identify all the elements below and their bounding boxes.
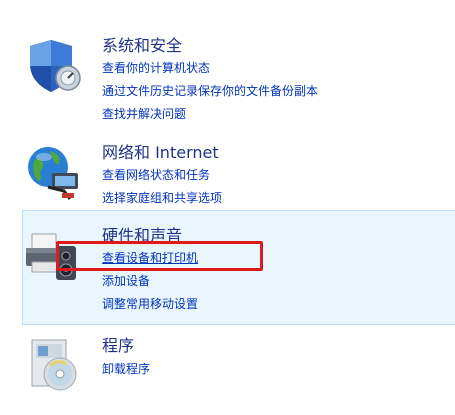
link-view-network-status[interactable]: 查看网络状态和任务 xyxy=(102,168,210,183)
globe-network-icon[interactable] xyxy=(24,143,82,201)
link-uninstall-program[interactable]: 卸载程序 xyxy=(102,362,150,377)
link-add-device[interactable]: 添加设备 xyxy=(102,274,150,289)
link-homegroup-sharing[interactable]: 选择家庭组和共享选项 xyxy=(102,191,222,206)
category-title-system-security[interactable]: 系统和安全 xyxy=(102,36,182,56)
highlight-box xyxy=(56,241,263,271)
shield-icon[interactable] xyxy=(24,36,82,94)
link-view-computer-status[interactable]: 查看你的计算机状态 xyxy=(102,61,210,76)
link-file-history-backup[interactable]: 通过文件历史记录保存你的文件备份副本 xyxy=(102,84,318,99)
link-troubleshoot[interactable]: 查找并解决问题 xyxy=(102,107,186,122)
link-mobility-settings[interactable]: 调整常用移动设置 xyxy=(102,297,198,312)
category-title-programs[interactable]: 程序 xyxy=(102,336,134,356)
category-title-network-internet[interactable]: 网络和 Internet xyxy=(102,143,219,163)
programs-disc-icon[interactable] xyxy=(26,336,84,394)
